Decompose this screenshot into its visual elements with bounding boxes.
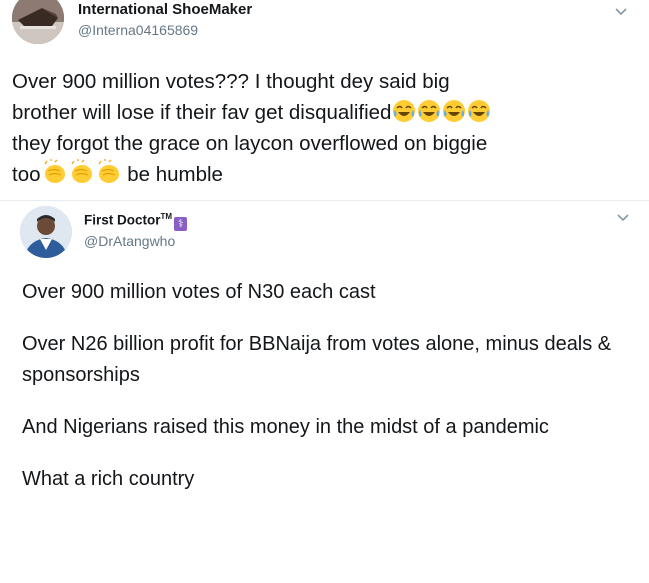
tweet-line-end: be humble [121,163,223,186]
tweet-line-text: brother will lose if their fav get disqu… [12,101,392,124]
tweet-text: Over 900 million votes of N30 each cast … [22,277,622,516]
tweet-text: Over 900 million votes??? I thought dey … [12,66,632,190]
tweet-paragraph: Over 900 million votes of N30 each cast [22,281,376,303]
tweet-paragraph: And Nigerians raised this money in the m… [22,416,549,438]
author-handle[interactable]: @Interna04165869 [78,22,198,38]
laughing-emoji-icon [418,100,441,122]
clap-emoji-icon [97,159,119,183]
author-name[interactable]: First DoctorTM⚕ [84,212,188,231]
medical-symbol-icon: ⚕ [174,216,188,231]
tweet-1[interactable]: International ShoeMaker @Interna04165869… [0,0,649,200]
tweet-paragraph: What a rich country [22,468,195,490]
author-name-text: First Doctor [84,212,161,228]
chevron-down-icon[interactable] [613,3,629,19]
tweet-line: they forgot the grace on laycon overflow… [12,132,488,155]
laughing-emoji-icon [468,100,491,122]
author-handle[interactable]: @DrAtangwho [84,233,175,249]
tweet-line: brother will lose if their fav get disqu… [12,97,632,128]
trademark-label: TM [160,212,173,221]
avatar-image [12,0,64,44]
tweet-line: too be humble [12,159,632,190]
tweet-line-start: too [12,163,41,186]
laughing-emoji-icon [443,100,466,122]
avatar-image [20,206,72,258]
tweet-2[interactable]: First DoctorTM⚕ @DrAtangwho Over 900 mil… [0,200,649,583]
tweet-line: Over 900 million votes??? I thought dey … [12,70,450,93]
author-name[interactable]: International ShoeMaker [78,1,252,18]
laughing-emoji-icon [393,100,416,122]
chevron-down-icon[interactable] [615,209,631,225]
clap-emoji-icon [70,159,92,183]
tweet-paragraph: Over N26 billion profit for BBNaija from… [22,333,612,386]
clap-emoji-icon [43,159,65,183]
avatar[interactable] [20,206,72,258]
avatar[interactable] [12,0,64,44]
